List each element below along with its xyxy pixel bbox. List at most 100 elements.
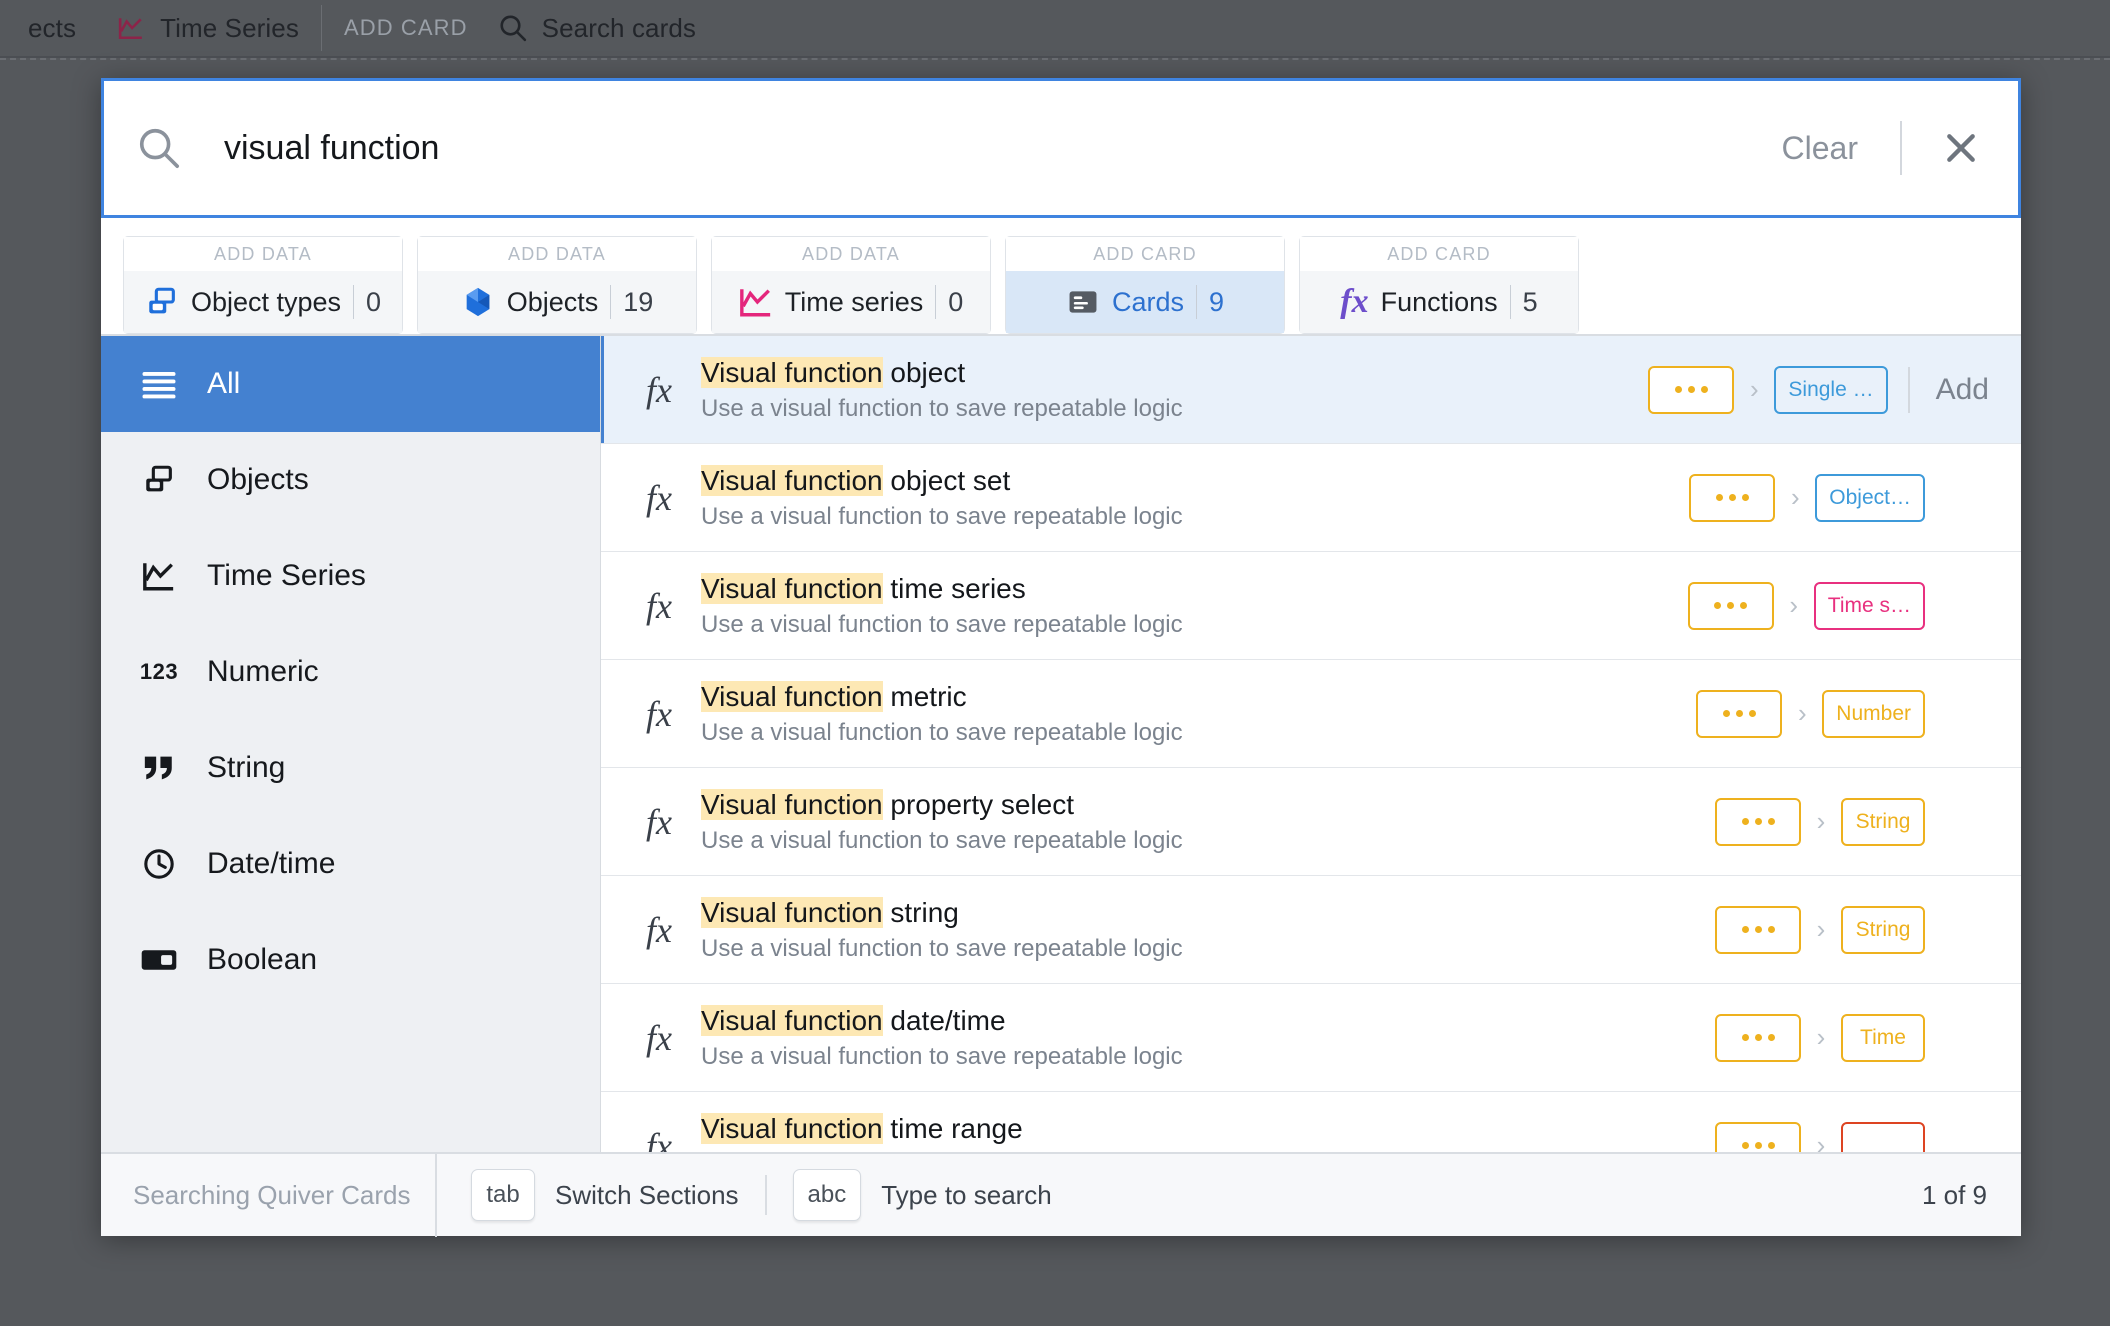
row-title: Visual function string — [701, 896, 1715, 930]
sidebar-item-time-series[interactable]: Time Series — [101, 528, 600, 624]
row-title-highlight: Visual function — [701, 789, 883, 821]
table-row[interactable]: fx Visual function string Use a visual f… — [601, 876, 2021, 984]
row-title: Visual function object — [701, 356, 1648, 390]
tab-count-divider — [610, 285, 612, 319]
row-subtitle: Use a visual function to save repeatable… — [701, 826, 1183, 854]
status-badge[interactable]: Single … — [1774, 365, 1888, 414]
sidebar-item-all[interactable]: All — [101, 336, 600, 432]
top-bar-divider — [320, 5, 322, 51]
clear-button[interactable]: Clear — [1770, 126, 1870, 171]
row-text: Visual function metric Use a visual func… — [685, 680, 1696, 747]
hint-label-type-to-search: Type to search — [881, 1179, 1052, 1210]
row-subtitle: Use a visual function to save repeatable… — [701, 934, 1183, 962]
row-title-rest: property select — [882, 789, 1075, 821]
tab-kicker: ADD DATA — [712, 237, 990, 271]
row-text: Visual function object set Use a visual … — [685, 464, 1689, 531]
table-row[interactable]: fx Visual function object set Use a visu… — [601, 444, 2021, 552]
table-row[interactable]: fx Visual function property select Use a… — [601, 768, 2021, 876]
row-text: Visual function object Use a visual func… — [685, 356, 1648, 423]
tab-label: Time series — [784, 286, 924, 317]
tab-functions[interactable]: ADD CARD fx Functions 5 — [1299, 236, 1579, 334]
tab-time-series[interactable]: ADD DATA Time series 0 — [711, 236, 991, 334]
status-badge[interactable]: Time — [1841, 1013, 1925, 1062]
tab-kicker: ADD DATA — [124, 237, 402, 271]
sidebar-item-date-time[interactable]: Date/time — [101, 816, 600, 912]
tab-kicker: ADD CARD — [1300, 237, 1578, 271]
table-row[interactable]: fx Visual function date/time Use a visua… — [601, 984, 2021, 1092]
tab-count-divider — [353, 285, 355, 319]
status-badge[interactable]: Time s… — [1813, 581, 1925, 630]
sidebar-item-label: String — [207, 751, 286, 784]
status-badge[interactable]: Number — [1822, 689, 1925, 738]
row-overflow-button[interactable] — [1648, 365, 1735, 414]
table-row[interactable]: fx Visual function time range Use a visu… — [601, 1092, 2021, 1152]
fx-icon: fx — [646, 693, 672, 734]
row-actions: › — [1715, 1121, 2007, 1152]
results-list: fx Visual function object Use a visual f… — [601, 336, 2021, 1152]
top-bar-time-series-label: Time Series — [160, 12, 299, 43]
sidebar-item-boolean[interactable]: Boolean — [101, 912, 600, 1008]
tab-cards[interactable]: ADD CARD Cards 9 — [1005, 236, 1285, 347]
top-bar-breadcrumb-objects[interactable]: ects — [28, 13, 76, 44]
status-badge[interactable] — [1841, 1121, 1925, 1152]
row-title-rest: time series — [882, 573, 1026, 605]
sidebar-item-label: Boolean — [207, 943, 318, 976]
row-text: Visual function time range Use a visual … — [685, 1112, 1715, 1152]
tab-count-divider — [1196, 285, 1197, 319]
row-title-rest: object — [882, 357, 966, 389]
tab-objects[interactable]: ADD DATA Objects 19 — [417, 236, 697, 334]
fx-icon: fx — [646, 477, 672, 518]
tab-label: Functions — [1380, 286, 1498, 317]
functions-icon: fx — [1340, 283, 1369, 320]
category-sidebar: All Objects Time Series 123 Numeric Stri… — [101, 336, 601, 1152]
fx-icon: fx — [646, 1125, 672, 1153]
top-bar-time-series-tab[interactable]: Time Series — [116, 13, 299, 44]
sidebar-item-string[interactable]: String — [101, 720, 600, 816]
row-subtitle: Use a visual function to save repeatable… — [701, 718, 1183, 746]
object-types-icon — [145, 285, 179, 319]
fx-icon: fx — [646, 1017, 672, 1058]
close-icon[interactable] — [1938, 125, 1984, 171]
keycap-tab: tab — [471, 1169, 535, 1221]
row-overflow-button[interactable] — [1715, 797, 1801, 846]
table-row[interactable]: fx Visual function object Use a visual f… — [601, 336, 2021, 444]
add-button[interactable]: Add — [1936, 373, 2007, 407]
cards-icon — [1066, 285, 1100, 319]
status-badge[interactable]: Object… — [1815, 473, 1925, 522]
row-title-rest: metric — [882, 681, 967, 713]
row-overflow-button[interactable] — [1715, 1013, 1801, 1062]
objects-icon — [461, 285, 495, 319]
status-badge[interactable]: String — [1841, 797, 1925, 846]
search-input[interactable] — [224, 128, 1770, 168]
table-row[interactable]: fx Visual function metric Use a visual f… — [601, 660, 2021, 768]
row-title: Visual function time series — [701, 572, 1688, 606]
status-badge[interactable]: String — [1841, 905, 1925, 954]
row-overflow-button[interactable] — [1715, 1121, 1801, 1152]
tab-object-types[interactable]: ADD DATA Object types 0 — [123, 236, 403, 334]
top-bar-search-cards-label: Search cards — [541, 12, 697, 43]
time-series-icon — [739, 285, 773, 319]
row-overflow-button[interactable] — [1696, 689, 1783, 738]
chevron-right-icon: › — [1816, 1022, 1826, 1052]
sidebar-item-objects[interactable]: Objects — [101, 432, 600, 528]
row-overflow-button[interactable] — [1715, 905, 1801, 954]
hint-divider — [764, 1175, 767, 1215]
sidebar-item-numeric[interactable]: 123 Numeric — [101, 624, 600, 720]
quote-icon — [141, 750, 177, 786]
row-overflow-button[interactable] — [1687, 581, 1774, 630]
row-title-highlight: Visual function — [701, 465, 883, 497]
top-bar-search-cards-button[interactable]: Search cards — [498, 13, 696, 44]
tab-count: 0 — [948, 286, 964, 317]
tab-count-divider — [1509, 285, 1511, 319]
tab-label: Object types — [190, 286, 342, 317]
search-panel: Clear — [101, 78, 2021, 218]
row-actions: › Time — [1715, 1013, 2007, 1062]
row-title: Visual function metric — [701, 680, 1696, 714]
table-row[interactable]: fx Visual function time series Use a vis… — [601, 552, 2021, 660]
tab-label: Objects — [506, 286, 599, 317]
sidebar-item-label: Objects — [207, 463, 309, 496]
row-overflow-button[interactable] — [1689, 473, 1776, 522]
row-actions: › Number — [1696, 689, 2007, 738]
row-subtitle: Use a visual function to save repeatable… — [701, 502, 1183, 530]
sidebar-item-label: All — [207, 367, 241, 400]
